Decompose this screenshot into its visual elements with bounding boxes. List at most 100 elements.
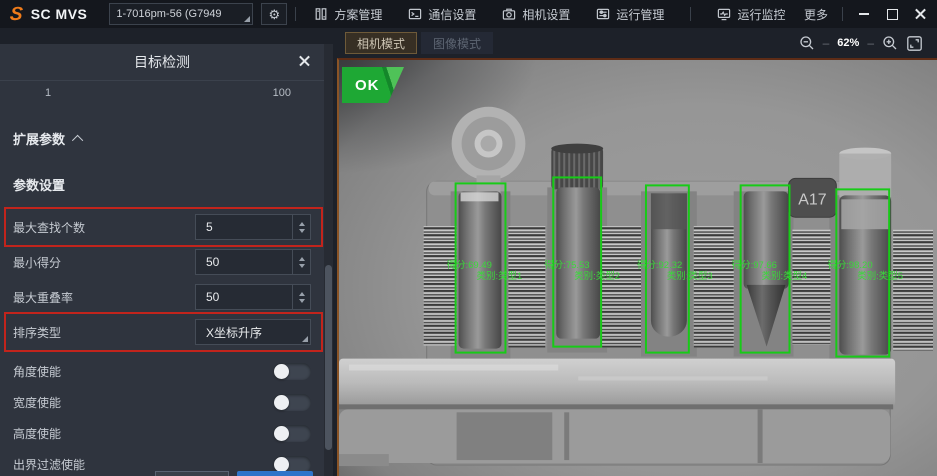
dropdown-value: X坐标升序 (196, 324, 262, 341)
nav-item-label: 运行管理 (616, 6, 664, 23)
app-window: S SC MVS 1-7016pm-56 (G7949 ⚙ 方案管理 通信设置 … (0, 0, 937, 476)
tube-2 (551, 144, 603, 339)
scrollbar-thumb[interactable] (325, 265, 332, 450)
tab-image-mode[interactable]: 图像模式 (421, 32, 493, 54)
run-mgmt-icon (596, 7, 610, 21)
toggle-label: 高度使能 (13, 425, 61, 442)
arrow-up-icon (299, 257, 305, 261)
viewer-column: 相机模式 图像模式 – 62% – (337, 28, 937, 476)
left-column: 目标检测 1 100 扩展参数 参数设置 最大查找个数 (0, 28, 337, 476)
fit-view-button[interactable] (906, 35, 923, 52)
panel-close-button[interactable] (299, 55, 312, 68)
confirm-button[interactable] (237, 471, 313, 476)
solution-icon (314, 7, 328, 21)
spinner-value: 50 (196, 290, 219, 304)
zoom-dash: – (867, 37, 874, 49)
zoom-dash: – (823, 37, 830, 49)
max-count-spinner[interactable]: 5 (195, 214, 311, 240)
arrow-up-icon (299, 292, 305, 296)
tab-camera-mode[interactable]: 相机模式 (345, 32, 417, 54)
target-detection-panel: 目标检测 1 100 扩展参数 参数设置 最大查找个数 (0, 44, 324, 476)
titlebar-separator (842, 7, 843, 21)
field-row-min-score: 最小得分 50 (11, 247, 313, 277)
nav-item-label: 运行监控 (737, 6, 785, 23)
toggle-row-angle: 角度使能 (11, 356, 313, 386)
brand-name: SC MVS (31, 6, 88, 22)
inspection-photo: A17 得分:69.49 类别:类型1 得分:75.53 (339, 60, 937, 476)
titlebar: S SC MVS 1-7016pm-56 (G7949 ⚙ 方案管理 通信设置 … (0, 0, 937, 28)
extended-params-section-header[interactable]: 扩展参数 (13, 129, 313, 148)
detection-class-label: 类别:类型3 (667, 270, 713, 282)
min-score-spinner[interactable]: 50 (195, 249, 311, 275)
close-icon (299, 55, 310, 66)
close-button[interactable] (913, 7, 927, 21)
more-menu[interactable]: 更多 (804, 6, 828, 23)
detection-score-label: 得分:98.20 (827, 259, 872, 271)
nav-item-run-management[interactable]: 运行管理 (596, 6, 664, 23)
nav-item-solution[interactable]: 方案管理 (314, 6, 382, 23)
detection-class-label: 类别:类型4 (762, 270, 808, 282)
max-overlap-spinner[interactable]: 50 (195, 284, 311, 310)
field-label: 最大查找个数 (13, 219, 85, 236)
zoom-out-button[interactable] (799, 35, 815, 51)
field-row-max-count: 最大查找个数 5 (11, 212, 313, 242)
arrow-down-icon (299, 299, 305, 303)
close-icon (915, 9, 926, 20)
height-enable-toggle[interactable] (273, 425, 311, 442)
device-selector-label: 1-7016pm-56 (G7949 (116, 8, 221, 20)
spinner-arrows[interactable] (292, 285, 310, 309)
panel-body: 1 100 扩展参数 参数设置 最大查找个数 5 (0, 81, 324, 476)
camera-icon (502, 7, 516, 21)
rack-tag-label: A17 (798, 191, 826, 208)
comm-icon (408, 7, 422, 21)
maximize-icon (887, 9, 898, 20)
slider-min-label: 1 (45, 87, 51, 99)
slider-max-label: 100 (273, 87, 291, 99)
spinner-arrows[interactable] (292, 250, 310, 274)
angle-enable-toggle[interactable] (273, 363, 311, 380)
nav-item-communication[interactable]: 通信设置 (408, 6, 476, 23)
panel-title: 目标检测 (134, 52, 190, 72)
titlebar-right: 更多 (804, 6, 927, 23)
detection-class-label: 类别:类型5 (857, 270, 903, 282)
spinner-arrows[interactable] (292, 215, 310, 239)
toggle-knob (274, 426, 289, 441)
field-label: 最小得分 (13, 254, 61, 271)
nav-item-label: 通信设置 (428, 6, 476, 23)
slider-range-labels: 1 100 (11, 81, 313, 99)
param-settings-section-header: 参数设置 (13, 175, 313, 194)
width-enable-toggle[interactable] (273, 394, 311, 411)
rack-tag: A17 (788, 178, 836, 217)
arrow-up-icon (299, 222, 305, 226)
toggle-knob (274, 457, 289, 472)
field-label: 排序类型 (13, 324, 61, 341)
detection-class-label: 类别:类型1 (477, 270, 523, 282)
toggle-knob (274, 364, 289, 379)
titlebar-separator (690, 7, 691, 21)
brand-logo-icon: S (9, 5, 24, 24)
out-of-bounds-filter-toggle[interactable] (273, 456, 311, 473)
image-canvas[interactable]: A17 得分:69.49 类别:类型1 得分:75.53 (337, 58, 937, 476)
nav-item-camera-settings[interactable]: 相机设置 (502, 6, 570, 23)
toggle-row-height: 高度使能 (11, 418, 313, 448)
minimize-button[interactable] (857, 7, 871, 21)
arrow-down-icon (299, 229, 305, 233)
nav-item-run-monitor[interactable]: 运行监控 (717, 6, 785, 23)
dropdown-corner-icon (302, 336, 308, 342)
nav-item-label: 相机设置 (522, 6, 570, 23)
cancel-button[interactable] (155, 471, 229, 476)
device-selector[interactable]: 1-7016pm-56 (G7949 (109, 3, 253, 25)
maximize-button[interactable] (885, 7, 899, 21)
sort-type-dropdown[interactable]: X坐标升序 (195, 319, 311, 345)
dropdown-corner-icon (244, 16, 250, 22)
field-row-max-overlap: 最大重叠率 50 (11, 282, 313, 312)
run-monitor-icon (717, 7, 731, 21)
zoom-in-button[interactable] (882, 35, 898, 51)
spinner-value: 5 (196, 220, 213, 234)
toggle-label: 宽度使能 (13, 394, 61, 411)
device-settings-gear-button[interactable]: ⚙ (261, 3, 287, 25)
spinner-value: 50 (196, 255, 219, 269)
detection-score-label: 得分:69.49 (447, 259, 492, 271)
panel-scrollbar[interactable] (324, 44, 333, 476)
chevron-up-icon (72, 134, 83, 145)
